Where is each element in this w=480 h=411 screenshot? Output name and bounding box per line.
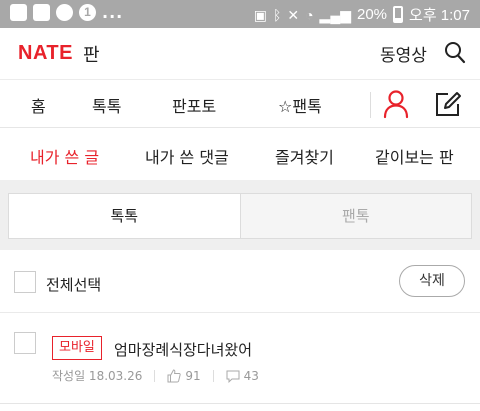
mobile-badge: 모바일: [52, 336, 102, 360]
mute-icon: ✕: [287, 6, 300, 23]
video-link[interactable]: 동영상: [380, 41, 427, 66]
tab-bar: 톡톡 팬톡: [8, 193, 472, 239]
subnav-favorites[interactable]: 즐겨찾기: [275, 144, 334, 168]
battery-icon: [393, 6, 404, 23]
comment-icon: [226, 370, 240, 383]
list-divider: [0, 403, 480, 404]
meta-divider: [212, 369, 214, 382]
notification-app-icon: [10, 4, 27, 21]
post-meta: 작성일 18.03.26 91 43: [52, 367, 259, 384]
tab-fantok[interactable]: 팬톡: [241, 194, 472, 238]
nav-toktok[interactable]: 톡톡: [92, 93, 121, 117]
select-all-label[interactable]: 전체선택: [46, 274, 101, 295]
select-all-checkbox[interactable]: [14, 271, 36, 293]
list-item[interactable]: 모바일 엄마장례식장다녀왔어 작성일 18.03.26 91 43: [0, 313, 480, 403]
search-icon[interactable]: [444, 41, 466, 65]
nav-home[interactable]: 홈: [31, 93, 46, 117]
post-checkbox[interactable]: [14, 332, 36, 354]
pann-label[interactable]: 판: [83, 41, 100, 67]
battery-percent: 20%: [357, 6, 388, 23]
app-header: NATE 판 동영상: [0, 28, 480, 80]
bluetooth-icon: ᛒ: [272, 6, 282, 23]
tab-section: 톡톡 팬톡: [0, 180, 480, 250]
post-title[interactable]: 엄마장례식장다녀왔어: [114, 339, 252, 360]
lock-icon: ▣: [253, 6, 267, 23]
nav-fantok[interactable]: ☆팬톡: [278, 93, 322, 117]
select-all-row: 전체선택 삭제: [0, 250, 480, 313]
image-icon: [33, 4, 50, 21]
subnav-my-comments[interactable]: 내가 쓴 댓글: [145, 144, 229, 168]
sub-nav: 내가 쓴 글 내가 쓴 댓글 즐겨찾기 같이보는 판: [0, 128, 480, 180]
more-notifications: ...: [102, 3, 124, 22]
subnav-my-posts[interactable]: 내가 쓴 글: [30, 144, 99, 168]
like-count: 91: [185, 368, 201, 383]
nav-pann-photo[interactable]: 판포토: [172, 93, 216, 117]
signal-icon: ▂▄▆: [319, 6, 351, 23]
main-nav: 홈 톡톡 판포토 ☆팬톡: [0, 80, 480, 128]
wifi-icon: ◔: [305, 6, 314, 23]
status-bar: 1 ... ▣ ᛒ ✕ ◔ ▂▄▆ 20% 오후 1:07: [0, 0, 480, 28]
record-icon: [56, 4, 73, 21]
thumbs-up-icon: [167, 368, 182, 382]
nav-divider: [370, 92, 371, 118]
post-date: 작성일 18.03.26: [52, 369, 143, 383]
clock: 오후 1:07: [409, 7, 470, 24]
write-icon[interactable]: [433, 89, 463, 119]
nate-logo[interactable]: NATE: [18, 42, 73, 65]
subnav-shared-pann[interactable]: 같이보는 판: [375, 144, 454, 168]
user-icon[interactable]: [382, 89, 410, 119]
notification-count-badge: 1: [79, 4, 96, 21]
delete-button[interactable]: 삭제: [399, 265, 465, 297]
tab-toktok[interactable]: 톡톡: [9, 194, 241, 238]
meta-divider: [154, 369, 156, 382]
comment-count: 43: [243, 368, 259, 383]
